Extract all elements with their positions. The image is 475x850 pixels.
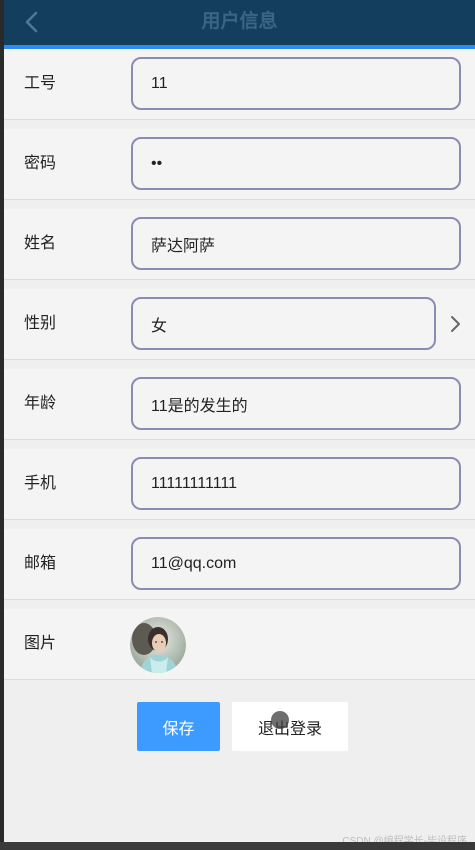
avatar[interactable] <box>130 617 186 673</box>
phone-label: 手机 <box>24 475 57 492</box>
name-label: 姓名 <box>24 235 57 252</box>
form-row-employee-id: 工号 <box>4 49 475 120</box>
logout-button[interactable]: 退出登录 <box>232 702 348 751</box>
employee-id-label: 工号 <box>24 75 57 92</box>
age-label: 年龄 <box>24 395 57 412</box>
gender-label: 性别 <box>24 315 57 332</box>
page-title: 用户信息 <box>201 11 278 32</box>
password-input[interactable] <box>131 137 461 190</box>
header-bar: 用户信息 <box>4 0 475 45</box>
back-button[interactable] <box>18 8 46 36</box>
form-row-name: 姓名 <box>4 209 475 280</box>
phone-input[interactable] <box>131 457 461 510</box>
save-button[interactable]: 保存 <box>137 702 220 751</box>
age-input[interactable] <box>131 377 461 430</box>
user-form: 工号 密码 姓名 性别 女 年龄 手机 <box>4 49 475 680</box>
email-label: 邮箱 <box>24 555 57 572</box>
form-row-age: 年龄 <box>4 369 475 440</box>
touch-cursor-indicator <box>271 711 289 729</box>
image-label: 图片 <box>24 635 57 652</box>
bottom-border <box>0 842 475 850</box>
user-info-page: 用户信息 工号 密码 姓名 性别 女 <box>0 0 475 850</box>
form-row-email: 邮箱 <box>4 529 475 600</box>
form-row-phone: 手机 <box>4 449 475 520</box>
chevron-left-icon <box>25 11 38 33</box>
name-input[interactable] <box>131 217 461 270</box>
gender-select[interactable]: 女 <box>131 297 436 350</box>
password-label: 密码 <box>24 155 57 172</box>
employee-id-input[interactable] <box>131 57 461 110</box>
form-row-image: 图片 <box>4 609 475 680</box>
form-row-password: 密码 <box>4 129 475 200</box>
form-row-gender: 性别 女 <box>4 289 475 360</box>
email-input[interactable] <box>131 537 461 590</box>
chevron-right-icon[interactable] <box>445 313 465 335</box>
